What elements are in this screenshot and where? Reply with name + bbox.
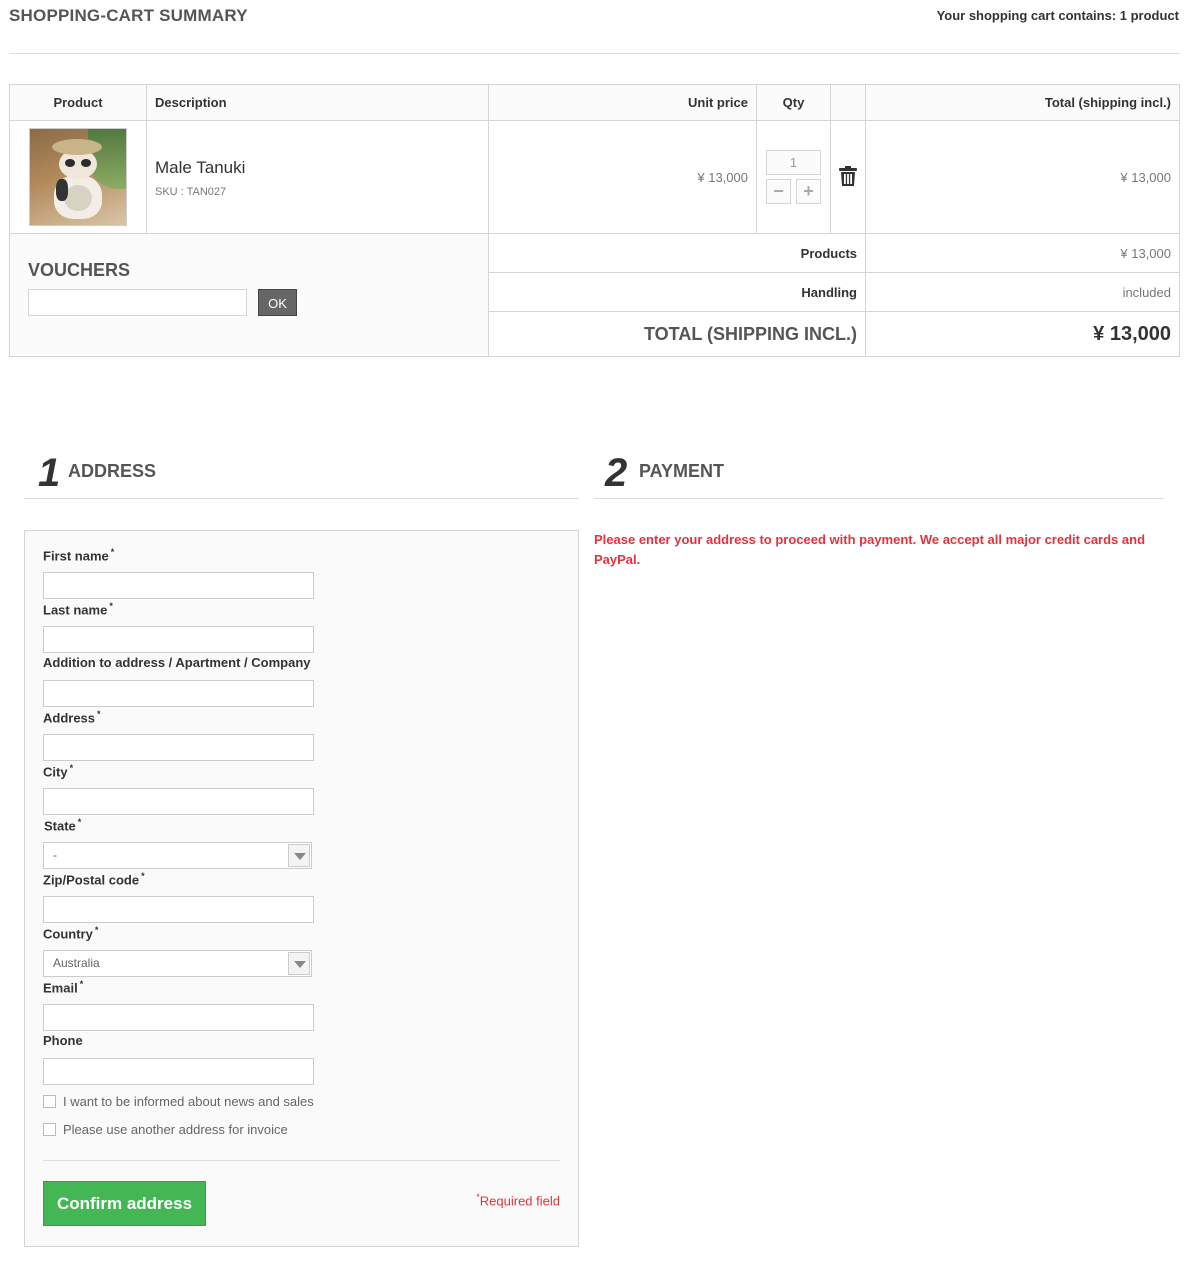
vouchers-panel: VOUCHERS OK [9,233,489,357]
phone-field[interactable] [43,1058,314,1085]
required-field-note: *Required field [476,1192,560,1209]
address-label: Address * [43,709,101,726]
table-row: Male Tanuki SKU : TAN027 ¥ 13,000 1 − + [9,120,1180,234]
qty-decrease-button[interactable]: − [766,179,791,204]
product-unit-price: ¥ 13,000 [488,120,757,234]
country-selected-value: Australia [53,956,100,970]
step-title-address: ADDRESS [68,461,157,481]
email-field[interactable] [43,1004,314,1031]
plus-icon: + [803,181,814,201]
minus-icon: − [773,181,784,201]
state-selected-value: - [53,848,57,862]
handling-label: Handling [488,272,866,312]
city-field[interactable] [43,788,314,815]
cart-table: Product Description Unit price Qty Total… [9,84,1180,357]
addition-label: Addition to address / Apartment / Compan… [43,655,311,670]
col-header-product: Product [9,84,147,121]
products-label: Products [488,233,866,273]
cart-header-row: Product Description Unit price Qty Total… [9,84,1180,121]
country-select[interactable]: Australia [43,950,312,977]
cart-count: Your shopping cart contains: 1 product [936,8,1179,23]
invoice-label: Please use another address for invoice [63,1122,288,1137]
page-title: SHOPPING-CART SUMMARY [9,6,248,25]
zip-field[interactable] [43,896,314,923]
voucher-ok-button[interactable]: OK [258,289,297,316]
product-qty-cell: 1 − + [756,120,831,234]
form-divider [43,1160,560,1161]
last-name-field[interactable] [43,626,314,653]
product-image-cell [9,120,147,234]
col-header-total: Total (shipping incl.) [865,84,1180,121]
address-field[interactable] [43,734,314,761]
first-name-label: First name * [43,547,115,564]
invoice-checkbox[interactable] [43,1123,56,1136]
newsletter-option[interactable]: I want to be informed about news and sal… [43,1094,314,1109]
product-sku: SKU : TAN027 [155,186,227,198]
col-header-qty: Qty [756,84,831,121]
products-value: ¥ 13,000 [865,233,1180,273]
address-divider [24,498,579,499]
email-label: Email * [43,979,84,996]
qty-increase-button[interactable]: + [796,179,821,204]
header-divider [9,53,1180,54]
payment-divider [594,498,1164,499]
payment-message: Please enter your address to proceed wit… [594,532,1146,567]
address-form: First name * Last name * Addition to addre… [24,530,579,1247]
country-label: Country * [43,925,99,942]
zip-label: Zip/Postal code * [43,871,145,888]
summary-products-row: VOUCHERS OK Products ¥ 13,000 [9,233,1180,357]
delete-cell [830,120,866,234]
handling-value: included [865,272,1180,312]
newsletter-checkbox[interactable] [43,1095,56,1108]
newsletter-label: I want to be informed about news and sal… [63,1094,314,1109]
quantity-input[interactable]: 1 [766,150,821,175]
product-description-cell: Male Tanuki SKU : TAN027 [146,120,489,234]
phone-label: Phone [43,1033,83,1048]
vouchers-title: VOUCHERS [28,260,131,280]
trash-icon[interactable] [839,165,857,189]
col-header-description: Description [146,84,489,121]
last-name-label: Last name * [43,601,113,618]
total-value: ¥ 13,000 [865,311,1180,357]
product-image[interactable] [29,128,127,226]
product-name[interactable]: Male Tanuki [155,158,480,178]
total-label: TOTAL (SHIPPING INCL.) [488,311,866,357]
voucher-input[interactable] [28,289,247,316]
state-select[interactable]: - [43,842,312,869]
product-total: ¥ 13,000 [865,120,1180,234]
step-title-payment: PAYMENT [639,461,725,481]
confirm-address-button[interactable]: Confirm address [43,1181,206,1226]
addition-field[interactable] [43,680,314,707]
first-name-field[interactable] [43,572,314,599]
chevron-down-icon[interactable] [288,952,310,975]
invoice-option[interactable]: Please use another address for invoice [43,1122,288,1137]
col-header-delete [830,84,866,121]
chevron-down-icon[interactable] [288,844,310,867]
col-header-unit-price: Unit price [488,84,757,121]
step-number-payment: 2 [605,451,628,495]
step-number-address: 1 [38,451,61,495]
city-label: City * [43,763,74,780]
state-label: State * [44,817,82,834]
